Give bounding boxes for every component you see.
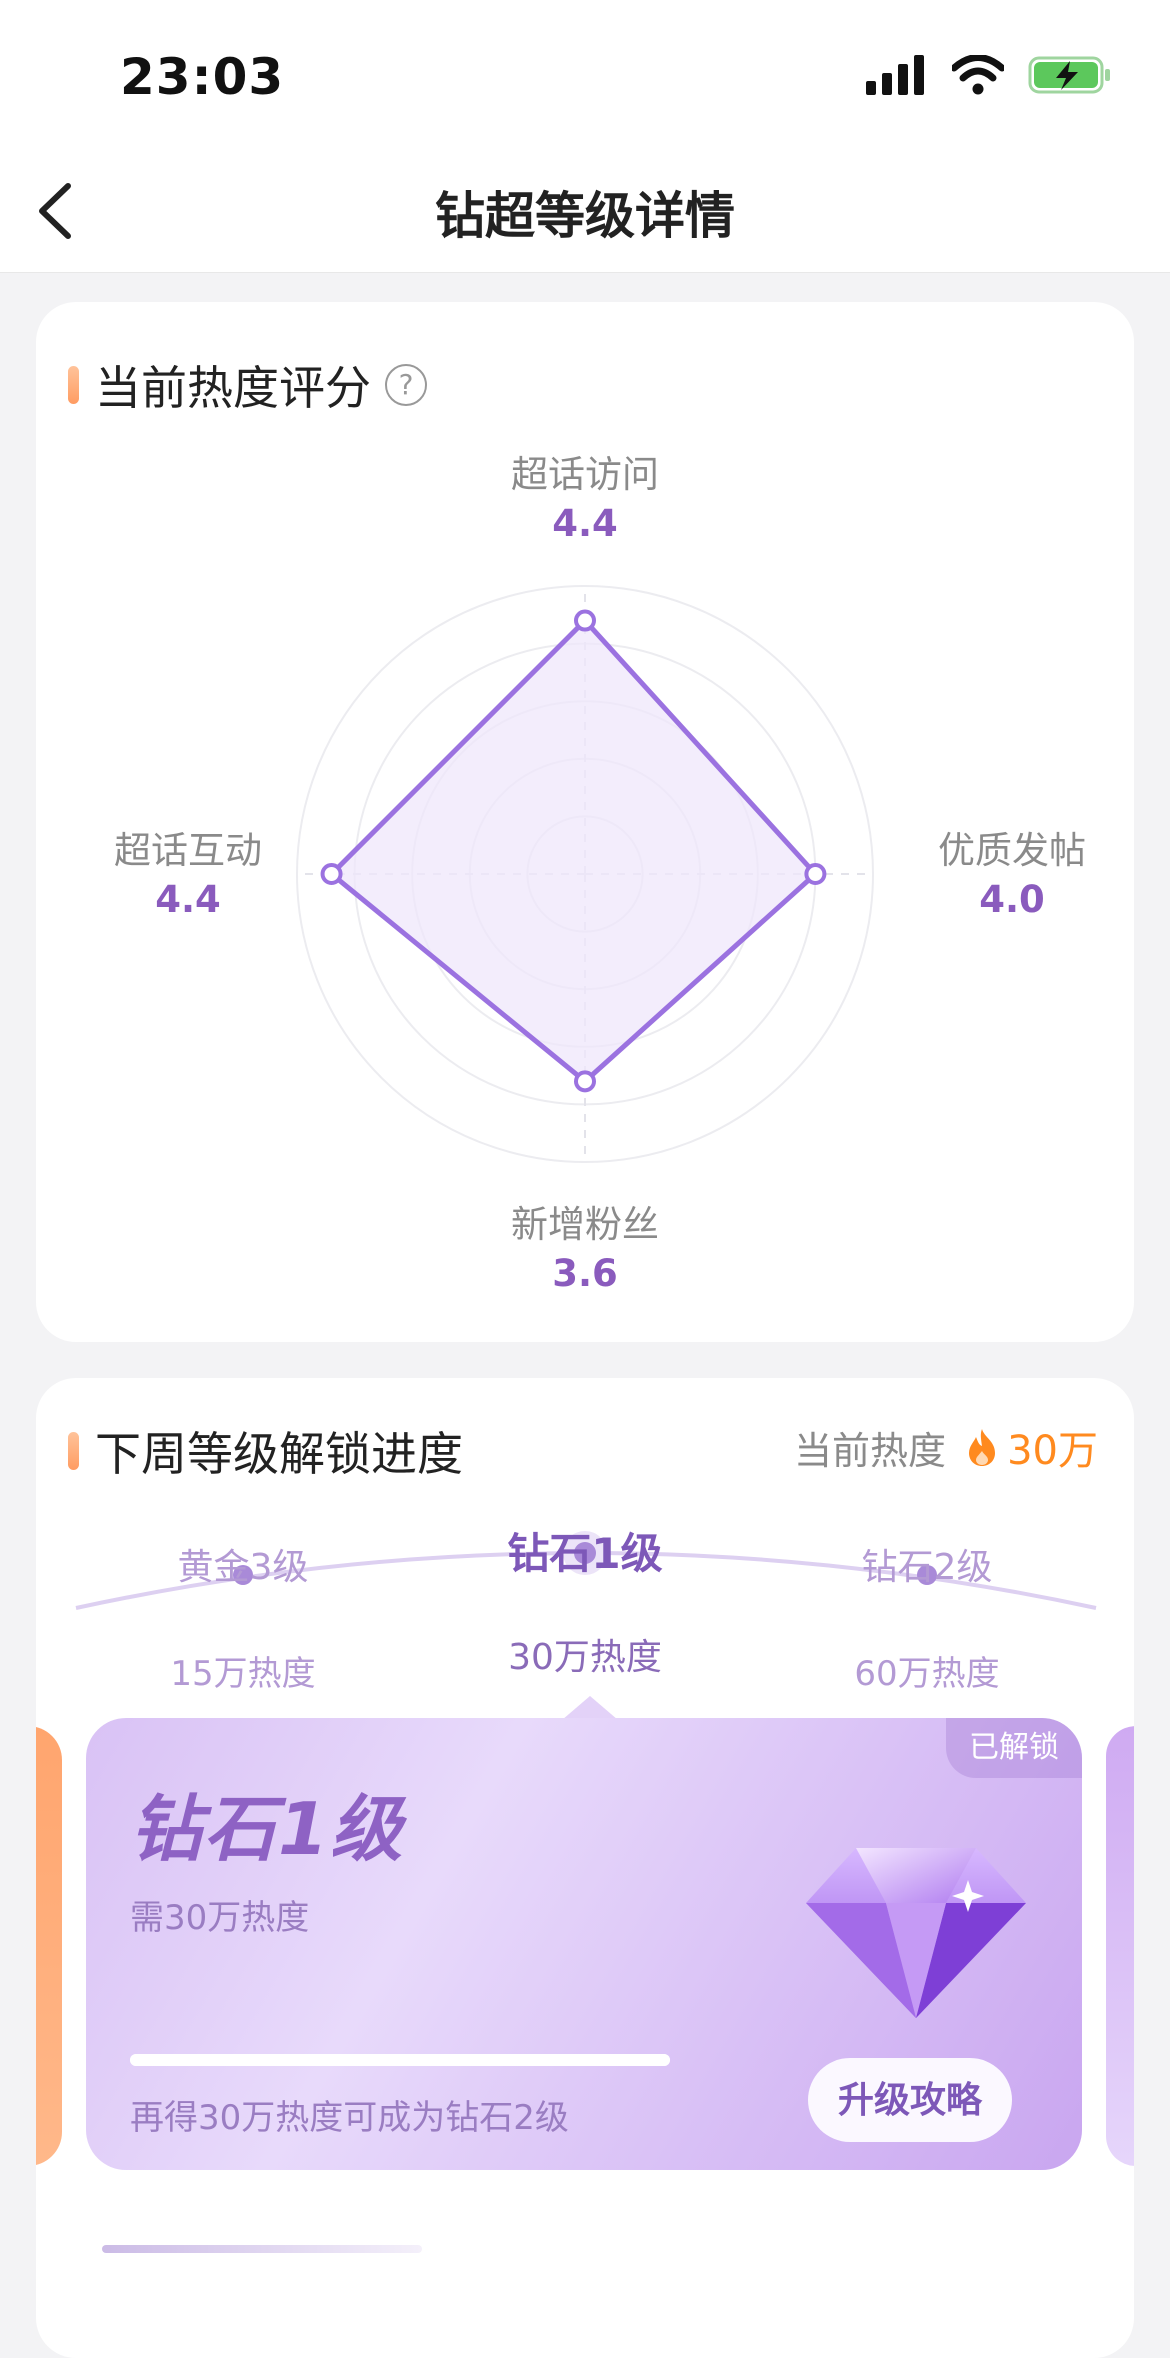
level-progress-card: 下周等级解锁进度 当前热度 30万 黄金3级 15万热度 钻石1级 30万热度 … bbox=[36, 1378, 1134, 2358]
status-bar: 23:03 bbox=[0, 0, 1170, 150]
level-card-footer: 再得30万热度可成为钻石2级 bbox=[130, 2098, 569, 2138]
heat-score-header: 当前热度评分 ? bbox=[68, 352, 427, 418]
nav-bar: 钻超等级详情 bbox=[0, 150, 1170, 273]
next-section-placeholder bbox=[102, 2245, 422, 2253]
section-accent-bar bbox=[68, 366, 79, 404]
radar-ring-1 bbox=[526, 815, 644, 933]
level-card-diamond1[interactable]: 已解锁 钻石1级 需30万热度 再得30万热度可成为钻石2级 升级攻略 bbox=[86, 1718, 1082, 2170]
axis-name-new-fans: 新增粉丝 bbox=[511, 1203, 659, 1246]
radar-point-3 bbox=[574, 1070, 596, 1093]
radar-point-1 bbox=[574, 609, 596, 632]
level-req-gold3: 15万热度 bbox=[170, 1654, 316, 1694]
level-progress-fill bbox=[130, 2054, 670, 2066]
radar-grid bbox=[296, 585, 874, 1163]
axis-value-new-fans: 3.6 bbox=[552, 1252, 618, 1295]
prev-level-card[interactable] bbox=[36, 1726, 62, 2166]
wifi-icon bbox=[952, 55, 1004, 95]
next-level-card[interactable] bbox=[1106, 1726, 1134, 2166]
status-icons bbox=[866, 55, 1112, 95]
battery-charging-icon bbox=[1028, 56, 1110, 94]
heat-score-card: 当前热度评分 ? 超话访问 4.4 优质发帖 4.0 新增粉丝 3.6 超话互动… bbox=[36, 302, 1134, 1342]
axis-name-quality-posts: 优质发帖 bbox=[938, 829, 1086, 872]
page-title: 钻超等级详情 bbox=[435, 187, 735, 245]
level-card-subtitle: 需30万热度 bbox=[130, 1898, 310, 1938]
diamond-icon bbox=[806, 1848, 1026, 2018]
axis-value-visits: 4.4 bbox=[552, 502, 618, 545]
radar-ring-5 bbox=[296, 585, 874, 1163]
radar-ring-2 bbox=[468, 757, 702, 991]
level-name-diamond2[interactable]: 钻石2级 bbox=[797, 1538, 1057, 1590]
axis-value-quality-posts: 4.0 bbox=[979, 878, 1045, 921]
level-name-gold3[interactable]: 黄金3级 bbox=[113, 1538, 373, 1590]
radar-points bbox=[320, 609, 827, 1093]
axis-name-interaction: 超话互动 bbox=[114, 829, 262, 872]
signal-icon bbox=[866, 55, 924, 95]
level-progress-bar bbox=[130, 2054, 670, 2066]
level-name-diamond1[interactable]: 钻石1级 bbox=[455, 1520, 715, 1581]
unlocked-badge: 已解锁 bbox=[946, 1718, 1082, 1778]
status-time: 23:03 bbox=[120, 48, 285, 106]
level-req-diamond2: 60万热度 bbox=[854, 1654, 1000, 1694]
level-card-title: 钻石1级 bbox=[130, 1787, 405, 1871]
axis-value-interaction: 4.4 bbox=[155, 878, 221, 921]
radar-ring-4 bbox=[353, 642, 817, 1106]
upgrade-guide-button[interactable]: 升级攻略 bbox=[808, 2058, 1012, 2142]
axis-name-visits: 超话访问 bbox=[511, 453, 659, 496]
radar-area bbox=[329, 618, 818, 1084]
radar-point-2 bbox=[804, 863, 827, 885]
level-req-diamond1: 30万热度 bbox=[508, 1637, 662, 1678]
heat-score-title: 当前热度评分 bbox=[95, 361, 371, 415]
help-icon[interactable]: ? bbox=[385, 364, 427, 406]
radar-ring-3 bbox=[411, 700, 759, 1048]
card-pointer bbox=[562, 1696, 618, 1720]
radar-point-4 bbox=[320, 863, 343, 885]
